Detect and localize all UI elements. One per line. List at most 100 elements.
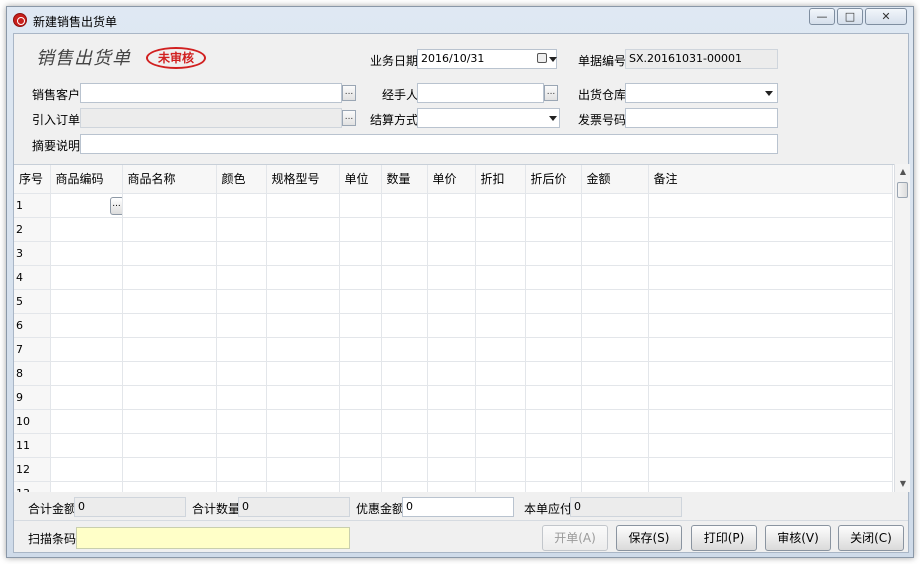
grid-cell[interactable] (50, 289, 123, 314)
grid-cell[interactable] (475, 313, 526, 338)
col-header[interactable]: 单价 (427, 165, 476, 194)
grid-cell[interactable] (381, 193, 428, 218)
grid-cell[interactable] (216, 241, 267, 266)
table-row[interactable]: 8 (14, 361, 893, 386)
grid-cell[interactable] (525, 217, 582, 242)
biz-date-field[interactable]: 2016/10/31 (417, 49, 557, 69)
table-row[interactable]: 1... (14, 193, 893, 218)
grid-cell[interactable] (381, 385, 428, 410)
grid-cell[interactable] (50, 481, 123, 492)
table-row[interactable]: 2 (14, 217, 893, 242)
grid-cell[interactable] (525, 457, 582, 482)
col-header[interactable]: 颜色 (216, 165, 267, 194)
col-header[interactable]: 规格型号 (266, 165, 340, 194)
grid-cell[interactable] (122, 265, 217, 290)
grid-cell[interactable] (427, 481, 476, 492)
grid-cell[interactable] (381, 337, 428, 362)
grid-cell[interactable] (266, 481, 340, 492)
grid-cell[interactable] (266, 337, 340, 362)
grid-cell[interactable] (381, 361, 428, 386)
scroll-thumb[interactable] (897, 182, 908, 198)
grid-cell[interactable] (381, 481, 428, 492)
save-button[interactable]: 保存(S) (616, 525, 682, 551)
grid-cell[interactable] (339, 361, 382, 386)
handler-lookup-button[interactable]: ... (544, 85, 558, 101)
grid-cell[interactable] (266, 457, 340, 482)
grid-cell[interactable] (339, 481, 382, 492)
grid-cell[interactable] (525, 361, 582, 386)
grid-cell[interactable] (339, 217, 382, 242)
col-header[interactable]: 折扣 (475, 165, 526, 194)
grid-cell[interactable] (50, 457, 123, 482)
grid-cell[interactable] (475, 289, 526, 314)
grid-cell[interactable] (475, 217, 526, 242)
grid-cell[interactable] (381, 433, 428, 458)
grid-cell[interactable] (122, 385, 217, 410)
table-row[interactable]: 12 (14, 457, 893, 482)
grid-cell[interactable] (266, 385, 340, 410)
grid-cell[interactable] (122, 313, 217, 338)
grid-cell[interactable] (50, 313, 123, 338)
customer-lookup-button[interactable]: ... (342, 85, 356, 101)
grid-cell[interactable] (581, 361, 649, 386)
grid-cell[interactable] (475, 433, 526, 458)
calendar-dropdown-icon[interactable] (537, 53, 547, 63)
col-header[interactable]: 商品编码 (50, 165, 123, 194)
grid-cell[interactable] (339, 313, 382, 338)
grid-cell[interactable] (122, 193, 217, 218)
grid-cell[interactable] (427, 337, 476, 362)
grid-cell[interactable] (122, 241, 217, 266)
grid-cell[interactable] (339, 241, 382, 266)
grid-cell[interactable] (381, 457, 428, 482)
grid-cell[interactable] (216, 385, 267, 410)
grid-cell[interactable] (216, 337, 267, 362)
table-row[interactable]: 3 (14, 241, 893, 266)
grid-cell[interactable] (525, 481, 582, 492)
grid-cell[interactable] (216, 289, 267, 314)
warehouse-select[interactable] (625, 83, 778, 103)
discount-field[interactable]: 0 (402, 497, 514, 517)
grid-cell[interactable] (427, 289, 476, 314)
grid-cell[interactable] (525, 241, 582, 266)
grid-cell[interactable] (216, 265, 267, 290)
grid-cell[interactable] (427, 385, 476, 410)
grid-cell[interactable] (50, 433, 123, 458)
grid-cell[interactable] (427, 241, 476, 266)
grid-cell[interactable] (475, 241, 526, 266)
grid-cell[interactable] (525, 385, 582, 410)
grid-cell[interactable] (648, 313, 893, 338)
maximize-button[interactable]: □ (837, 8, 863, 25)
grid-cell[interactable] (266, 193, 340, 218)
grid-cell[interactable] (525, 193, 582, 218)
grid-cell[interactable] (648, 457, 893, 482)
grid-cell[interactable] (122, 217, 217, 242)
grid-cell[interactable] (581, 289, 649, 314)
grid-cell[interactable] (266, 313, 340, 338)
col-header[interactable]: 数量 (381, 165, 428, 194)
grid-cell[interactable] (475, 457, 526, 482)
grid-cell[interactable] (122, 409, 217, 434)
grid-cell[interactable] (381, 241, 428, 266)
grid-cell[interactable] (50, 385, 123, 410)
grid-cell[interactable] (475, 481, 526, 492)
grid-cell[interactable] (339, 385, 382, 410)
grid-cell[interactable] (50, 217, 123, 242)
grid-cell[interactable] (525, 313, 582, 338)
grid-cell[interactable] (581, 433, 649, 458)
grid-cell[interactable] (266, 361, 340, 386)
table-row[interactable]: 5 (14, 289, 893, 314)
grid-cell[interactable] (581, 337, 649, 362)
grid-cell[interactable] (581, 241, 649, 266)
grid-cell[interactable] (122, 289, 217, 314)
date-dropdown-arrow-icon[interactable] (549, 57, 557, 62)
grid-cell[interactable] (427, 193, 476, 218)
grid-cell[interactable] (216, 457, 267, 482)
review-button[interactable]: 审核(V) (765, 525, 831, 551)
grid-cell[interactable] (427, 433, 476, 458)
grid-cell[interactable] (381, 289, 428, 314)
grid-cell[interactable] (525, 433, 582, 458)
grid-cell[interactable] (266, 409, 340, 434)
grid-cell[interactable] (648, 241, 893, 266)
grid-cell[interactable] (475, 337, 526, 362)
col-header[interactable]: 序号 (14, 165, 51, 194)
